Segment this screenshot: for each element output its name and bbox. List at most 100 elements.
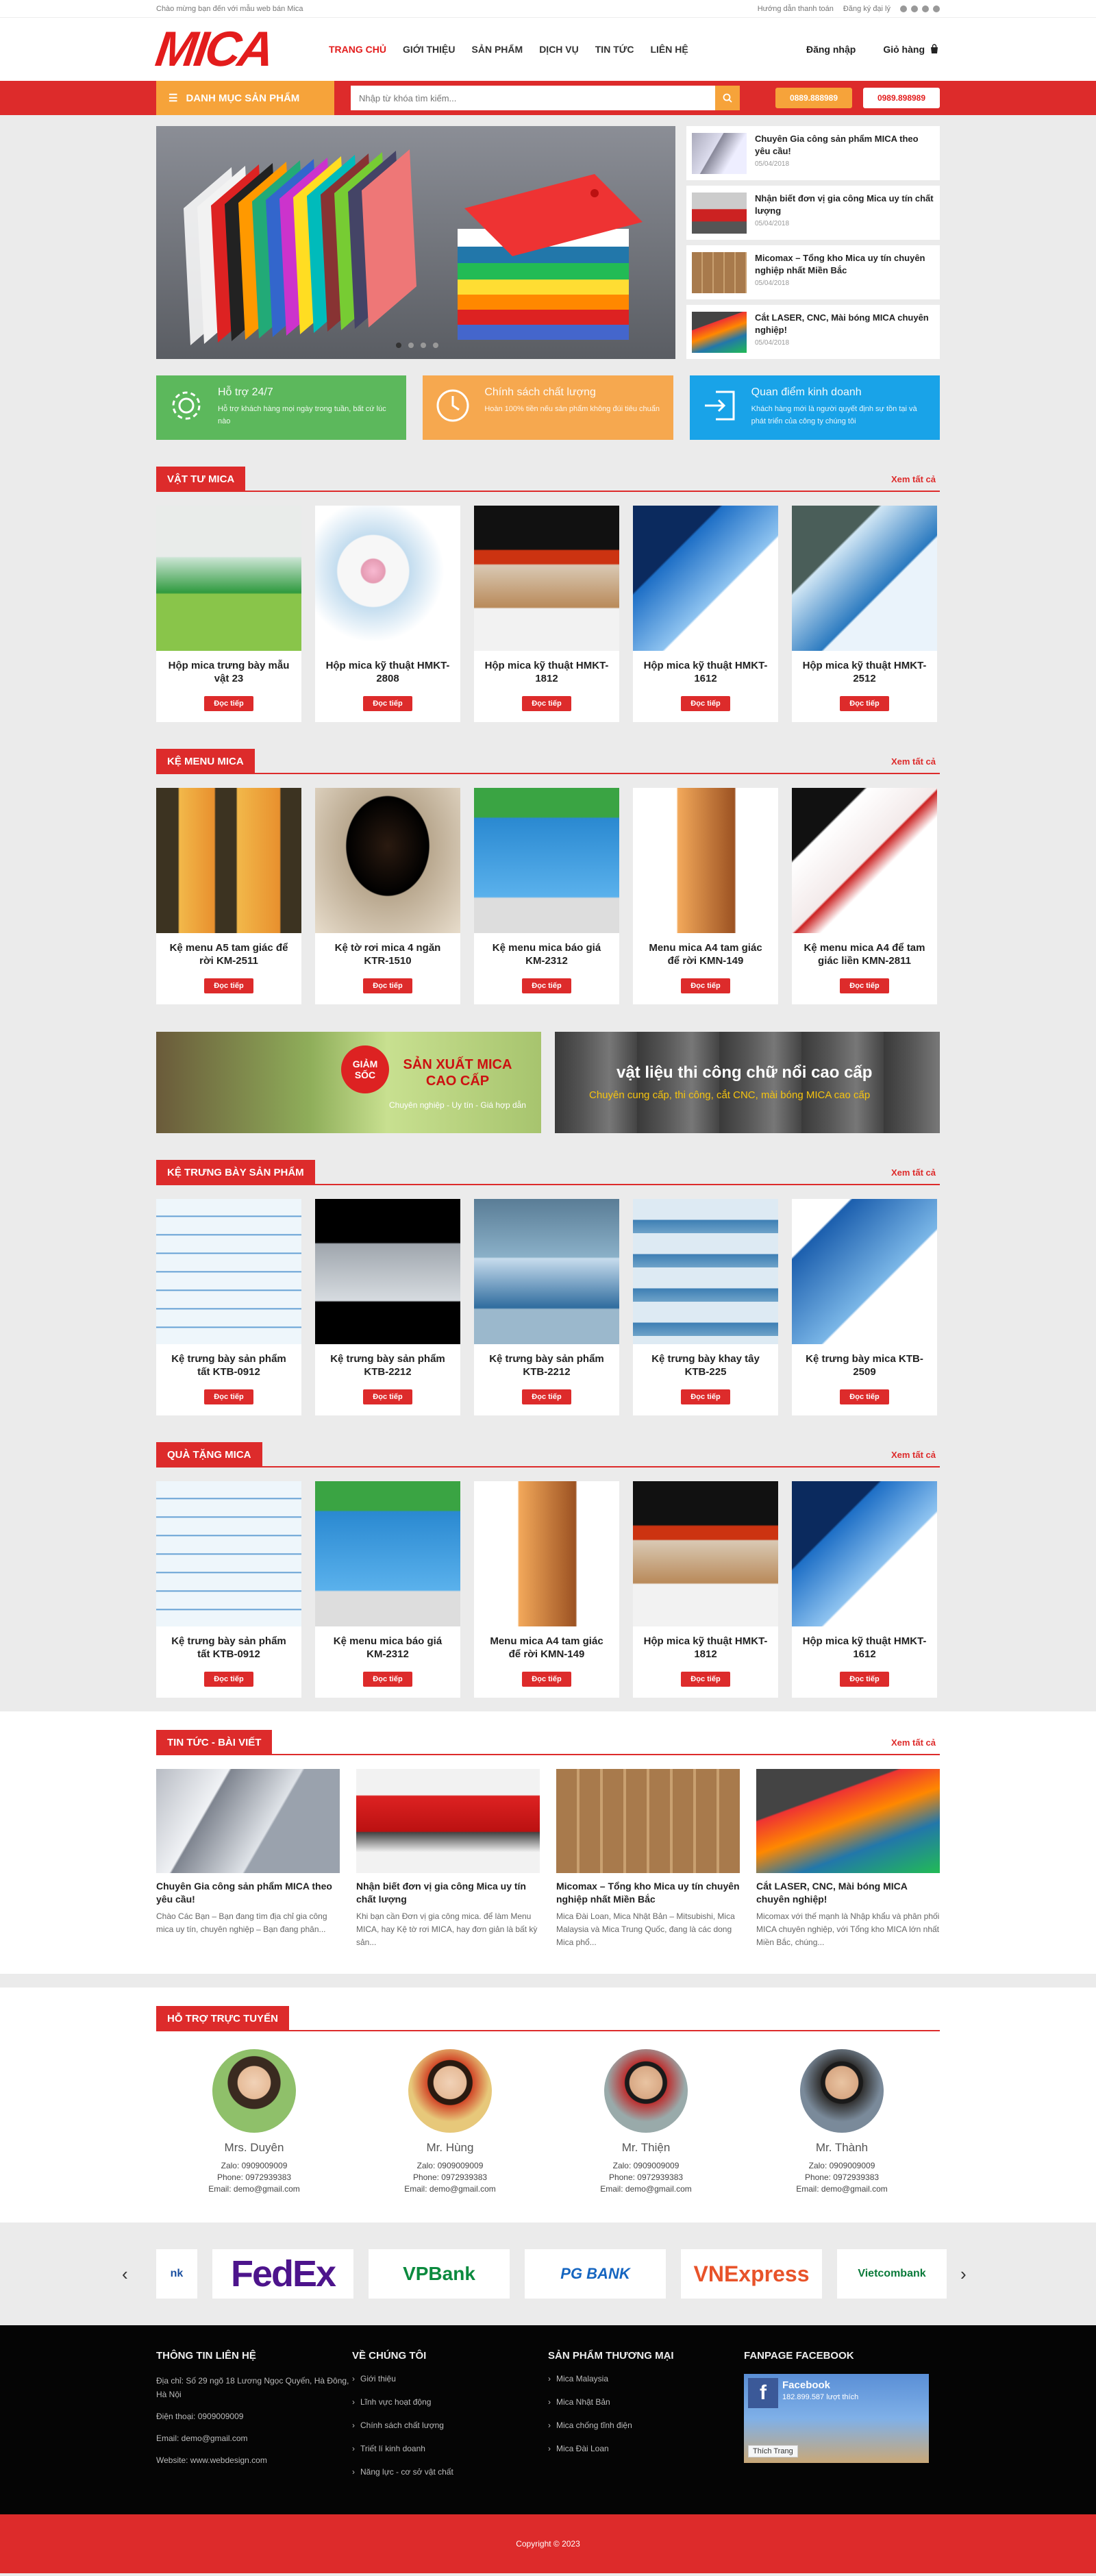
side-news-item[interactable]: Nhận biết đơn vị gia công Mica uy tín ch… <box>686 186 940 240</box>
read-more-button[interactable]: Đọc tiếp <box>363 696 412 711</box>
footer-link[interactable]: Mica Đài Loan <box>548 2444 744 2453</box>
footer-link[interactable]: Giới thiệu <box>352 2374 548 2383</box>
nav-home[interactable]: TRANG CHỦ <box>329 44 386 55</box>
product-card[interactable]: Hộp mica trưng bày mẫu vật 23 Đọc tiếp <box>156 506 301 722</box>
brand-logo[interactable]: nk <box>156 2249 197 2299</box>
search-button[interactable] <box>715 86 740 110</box>
footer-link[interactable]: Triết lí kinh doanh <box>352 2444 548 2453</box>
nav-about[interactable]: GIỚI THIỆU <box>403 44 456 55</box>
hotline-1[interactable]: 0889.888989 <box>775 88 852 108</box>
brand-logo[interactable]: VPBank <box>369 2249 510 2299</box>
product-card[interactable]: Menu mica A4 tam giác để rời KMN-149 Đọc … <box>633 788 778 1004</box>
read-more-button[interactable]: Đọc tiếp <box>204 1389 253 1404</box>
product-card[interactable]: Kệ menu mica báo giá KM-2312 Đọc tiếp <box>474 788 619 1004</box>
view-all-link[interactable]: Xem tất cả <box>891 1737 940 1748</box>
product-card[interactable]: Hộp mica kỹ thuật HMKT-2808 Đọc tiếp <box>315 506 460 722</box>
footer-link[interactable]: Mica Nhật Bản <box>548 2397 744 2407</box>
product-card[interactable]: Kệ menu mica báo giá KM-2312 Đọc tiếp <box>315 1481 460 1698</box>
side-news-item[interactable]: Micomax – Tổng kho Mica uy tín chuyên ng… <box>686 245 940 299</box>
chevron-left-icon[interactable]: ‹ <box>122 2264 128 2285</box>
read-more-button[interactable]: Đọc tiếp <box>522 978 571 993</box>
product-card[interactable]: Hộp mica kỹ thuật HMKT-1812 Đọc tiếp <box>474 506 619 722</box>
read-more-button[interactable]: Đọc tiếp <box>681 978 730 993</box>
read-more-button[interactable]: Đọc tiếp <box>522 1389 571 1404</box>
product-card[interactable]: Hộp mica kỹ thuật HMKT-1612 Đọc tiếp <box>792 1481 937 1698</box>
read-more-button[interactable]: Đọc tiếp <box>840 696 889 711</box>
product-card[interactable]: Hộp mica kỹ thuật HMKT-1612 Đọc tiếp <box>633 506 778 722</box>
read-more-button[interactable]: Đọc tiếp <box>681 696 730 711</box>
product-card[interactable]: Kệ trưng bày sản phẩm KTB-2212 Đọc tiếp <box>474 1199 619 1415</box>
read-more-button[interactable]: Đọc tiếp <box>840 1389 889 1404</box>
product-card[interactable]: Kệ trưng bày mica KTB-2509 Đọc tiếp <box>792 1199 937 1415</box>
view-all-link[interactable]: Xem tất cả <box>891 1167 940 1178</box>
product-card[interactable]: Kệ tờ rơi mica 4 ngăn KTR-1510 Đọc tiếp <box>315 788 460 1004</box>
read-more-button[interactable]: Đọc tiếp <box>204 1672 253 1687</box>
news-card[interactable]: Micomax – Tổng kho Mica uy tín chuyên ng… <box>556 1769 740 1949</box>
product-card[interactable]: Kệ menu A5 tam giác để rời KM-2511 Đọc ti… <box>156 788 301 1004</box>
agent-register-link[interactable]: Đăng ký đại lý <box>843 5 891 13</box>
youtube-icon[interactable] <box>933 5 940 12</box>
nav-services[interactable]: DỊCH VỤ <box>539 44 579 55</box>
facebook-widget[interactable]: f Facebook 182.899.587 lượt thích Thích … <box>744 2374 929 2463</box>
product-card[interactable]: Kệ trưng bày sản phẩm KTB-2212 Đọc tiếp <box>315 1199 460 1415</box>
login-link[interactable]: Đăng nhập <box>806 44 856 55</box>
read-more-button[interactable]: Đọc tiếp <box>681 1672 730 1687</box>
footer-link[interactable]: Năng lực - cơ sở vật chất <box>352 2467 548 2477</box>
view-all-link[interactable]: Xem tất cả <box>891 1450 940 1460</box>
google-plus-icon[interactable] <box>922 5 929 12</box>
news-card[interactable]: Cắt LASER, CNC, Mài bóng MICA chuyên ngh… <box>756 1769 940 1949</box>
brand-logo[interactable]: FedEx <box>212 2249 353 2299</box>
brand-logo[interactable]: VNExpress <box>681 2249 822 2299</box>
nav-news[interactable]: TIN TỨC <box>595 44 634 55</box>
logo[interactable]: MICA <box>152 22 332 77</box>
instagram-icon[interactable] <box>911 5 918 12</box>
payment-guide-link[interactable]: Hướng dẫn thanh toán <box>758 5 834 13</box>
news-card[interactable]: Nhận biết đơn vị gia công Mica uy tín ch… <box>356 1769 540 1949</box>
slider-dot[interactable] <box>396 343 401 348</box>
read-more-button[interactable]: Đọc tiếp <box>363 1389 412 1404</box>
fb-like-button[interactable]: Thích Trang <box>748 2445 798 2457</box>
product-card[interactable]: Hộp mica kỹ thuật HMKT-1812 Đọc tiếp <box>633 1481 778 1698</box>
slider-dot[interactable] <box>433 343 438 348</box>
footer-link[interactable]: Mica chống tĩnh điện <box>548 2420 744 2430</box>
slider-dot[interactable] <box>408 343 414 348</box>
product-card[interactable]: Hộp mica kỹ thuật HMKT-2512 Đọc tiếp <box>792 506 937 722</box>
product-card[interactable]: Kệ menu mica A4 để tam giác liền KMN-281… <box>792 788 937 1004</box>
hero-slider[interactable] <box>156 126 675 359</box>
chevron-right-icon[interactable]: › <box>960 2264 967 2285</box>
product-card[interactable]: Kệ trưng bày sản phẩm tất KTB-0912 Đọc ti… <box>156 1481 301 1698</box>
footer-link[interactable]: Chính sách chất lượng <box>352 2420 548 2430</box>
read-more-button[interactable]: Đọc tiếp <box>363 1672 412 1687</box>
read-more-button[interactable]: Đọc tiếp <box>204 978 253 993</box>
product-card[interactable]: Kệ trưng bày sản phẩm tất KTB-0912 Đọc ti… <box>156 1199 301 1415</box>
side-news-item[interactable]: Chuyên Gia công sản phẩm MICA theo yêu c… <box>686 126 940 180</box>
nav-contact[interactable]: LIÊN HỆ <box>650 44 688 55</box>
promo-banner-right[interactable]: vật liệu thi công chữ nổi cao cấp Chuyên… <box>555 1032 940 1133</box>
read-more-button[interactable]: Đọc tiếp <box>840 978 889 993</box>
slider-dot[interactable] <box>421 343 426 348</box>
nav-products[interactable]: SẢN PHẨM <box>472 44 523 55</box>
search-input[interactable] <box>351 86 715 110</box>
promo-banner-left[interactable]: GIẢM SỐC SẢN XUẤT MICA CAO CẤP Chuyên ng… <box>156 1032 541 1133</box>
read-more-button[interactable]: Đọc tiếp <box>363 978 412 993</box>
brand-logo[interactable]: Vietcombank <box>837 2249 947 2299</box>
product-card[interactable]: Menu mica A4 tam giác để rời KMN-149 Đọc … <box>474 1481 619 1698</box>
news-card[interactable]: Chuyên Gia công sản phẩm MICA theo yêu c… <box>156 1769 340 1949</box>
hotline-2[interactable]: 0989.898989 <box>863 88 940 108</box>
read-more-button[interactable]: Đọc tiếp <box>522 696 571 711</box>
footer-link[interactable]: Lĩnh vực hoạt động <box>352 2397 548 2407</box>
brand-logo[interactable]: PG BANK <box>525 2249 666 2299</box>
read-more-button[interactable]: Đọc tiếp <box>681 1389 730 1404</box>
cart-link[interactable]: Giỏ hàng <box>883 44 940 55</box>
view-all-link[interactable]: Xem tất cả <box>891 756 940 767</box>
facebook-icon[interactable] <box>900 5 907 12</box>
footer-link[interactable]: Mica Malaysia <box>548 2374 744 2383</box>
footer-website[interactable]: Website: www.webdesign.com <box>156 2453 352 2467</box>
side-news-item[interactable]: Cắt LASER, CNC, Mài bóng MICA chuyên ngh… <box>686 305 940 359</box>
read-more-button[interactable]: Đọc tiếp <box>522 1672 571 1687</box>
view-all-link[interactable]: Xem tất cả <box>891 474 940 484</box>
category-menu-button[interactable]: ☰ DANH MỤC SẢN PHẨM <box>156 81 334 115</box>
read-more-button[interactable]: Đọc tiếp <box>204 696 253 711</box>
product-card[interactable]: Kệ trưng bày khay tây KTB-225 Đọc tiếp <box>633 1199 778 1415</box>
read-more-button[interactable]: Đọc tiếp <box>840 1672 889 1687</box>
